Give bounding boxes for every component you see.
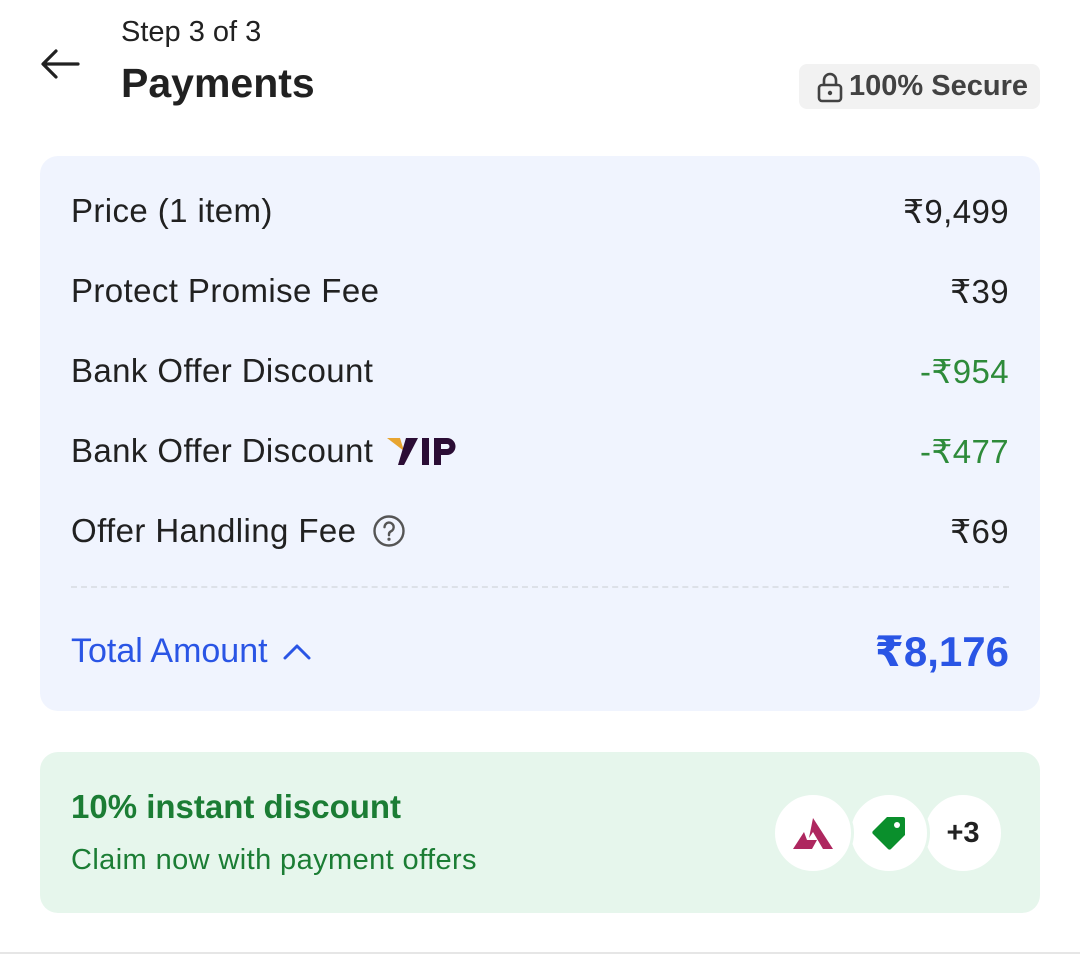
vip-discount-value: -₹477 xyxy=(919,432,1009,470)
offer-tag-icon xyxy=(848,792,930,874)
more-offers-label: +3 xyxy=(946,816,980,849)
handling-fee-label: Offer Handling Fee xyxy=(71,512,357,549)
bank-icons-group: +3 xyxy=(772,792,1004,874)
chevron-up-icon xyxy=(283,644,311,660)
vip-discount-row: Bank Offer Discount -₹477 xyxy=(71,426,1009,476)
total-toggle[interactable]: Total Amount xyxy=(71,632,312,671)
protect-fee-label: Protect Promise Fee xyxy=(71,272,380,309)
secure-badge: 100% Secure xyxy=(799,64,1040,109)
protect-fee-value: ₹39 xyxy=(950,272,1009,310)
more-offers-count: +3 xyxy=(922,792,1004,874)
offer-title: 10% instant discount xyxy=(71,788,402,825)
price-value: ₹9,499 xyxy=(903,192,1009,230)
total-row: Total Amount ₹8,176 xyxy=(71,622,1009,680)
axis-bank-icon xyxy=(772,792,854,874)
bank-discount-value: -₹954 xyxy=(919,352,1009,390)
question-circle-icon[interactable] xyxy=(372,514,406,548)
bank-discount-row: Bank Offer Discount -₹954 xyxy=(71,346,1009,396)
payment-offer-banner[interactable]: 10% instant discount Claim now with paym… xyxy=(40,752,1040,913)
vip-discount-label: Bank Offer Discount xyxy=(71,432,374,469)
lock-icon xyxy=(817,72,843,102)
arrow-left-icon xyxy=(41,49,80,79)
handling-fee-value: ₹69 xyxy=(950,512,1009,550)
price-label: Price (1 item) xyxy=(71,192,273,229)
page-title: Payments xyxy=(121,60,315,106)
price-row: Price (1 item) ₹9,499 xyxy=(71,186,1009,236)
bank-discount-label: Bank Offer Discount xyxy=(71,352,374,389)
back-button[interactable] xyxy=(36,40,84,88)
vip-badge-icon xyxy=(387,435,467,467)
protect-fee-row: Protect Promise Fee ₹39 xyxy=(71,266,1009,316)
divider xyxy=(71,586,1009,588)
offer-subtitle: Claim now with payment offers xyxy=(71,844,477,876)
payments-page: Step 3 of 3 Payments 100% Secure Price (… xyxy=(0,0,1080,974)
handling-fee-row: Offer Handling Fee ₹69 xyxy=(71,506,1009,556)
total-label: Total Amount xyxy=(71,631,268,670)
bottom-divider xyxy=(0,952,1080,954)
step-indicator: Step 3 of 3 xyxy=(121,16,262,48)
total-value: ₹8,176 xyxy=(874,627,1009,675)
secure-label: 100% Secure xyxy=(849,70,1028,102)
price-details-card: Price (1 item) ₹9,499 Protect Promise Fe… xyxy=(40,156,1040,711)
